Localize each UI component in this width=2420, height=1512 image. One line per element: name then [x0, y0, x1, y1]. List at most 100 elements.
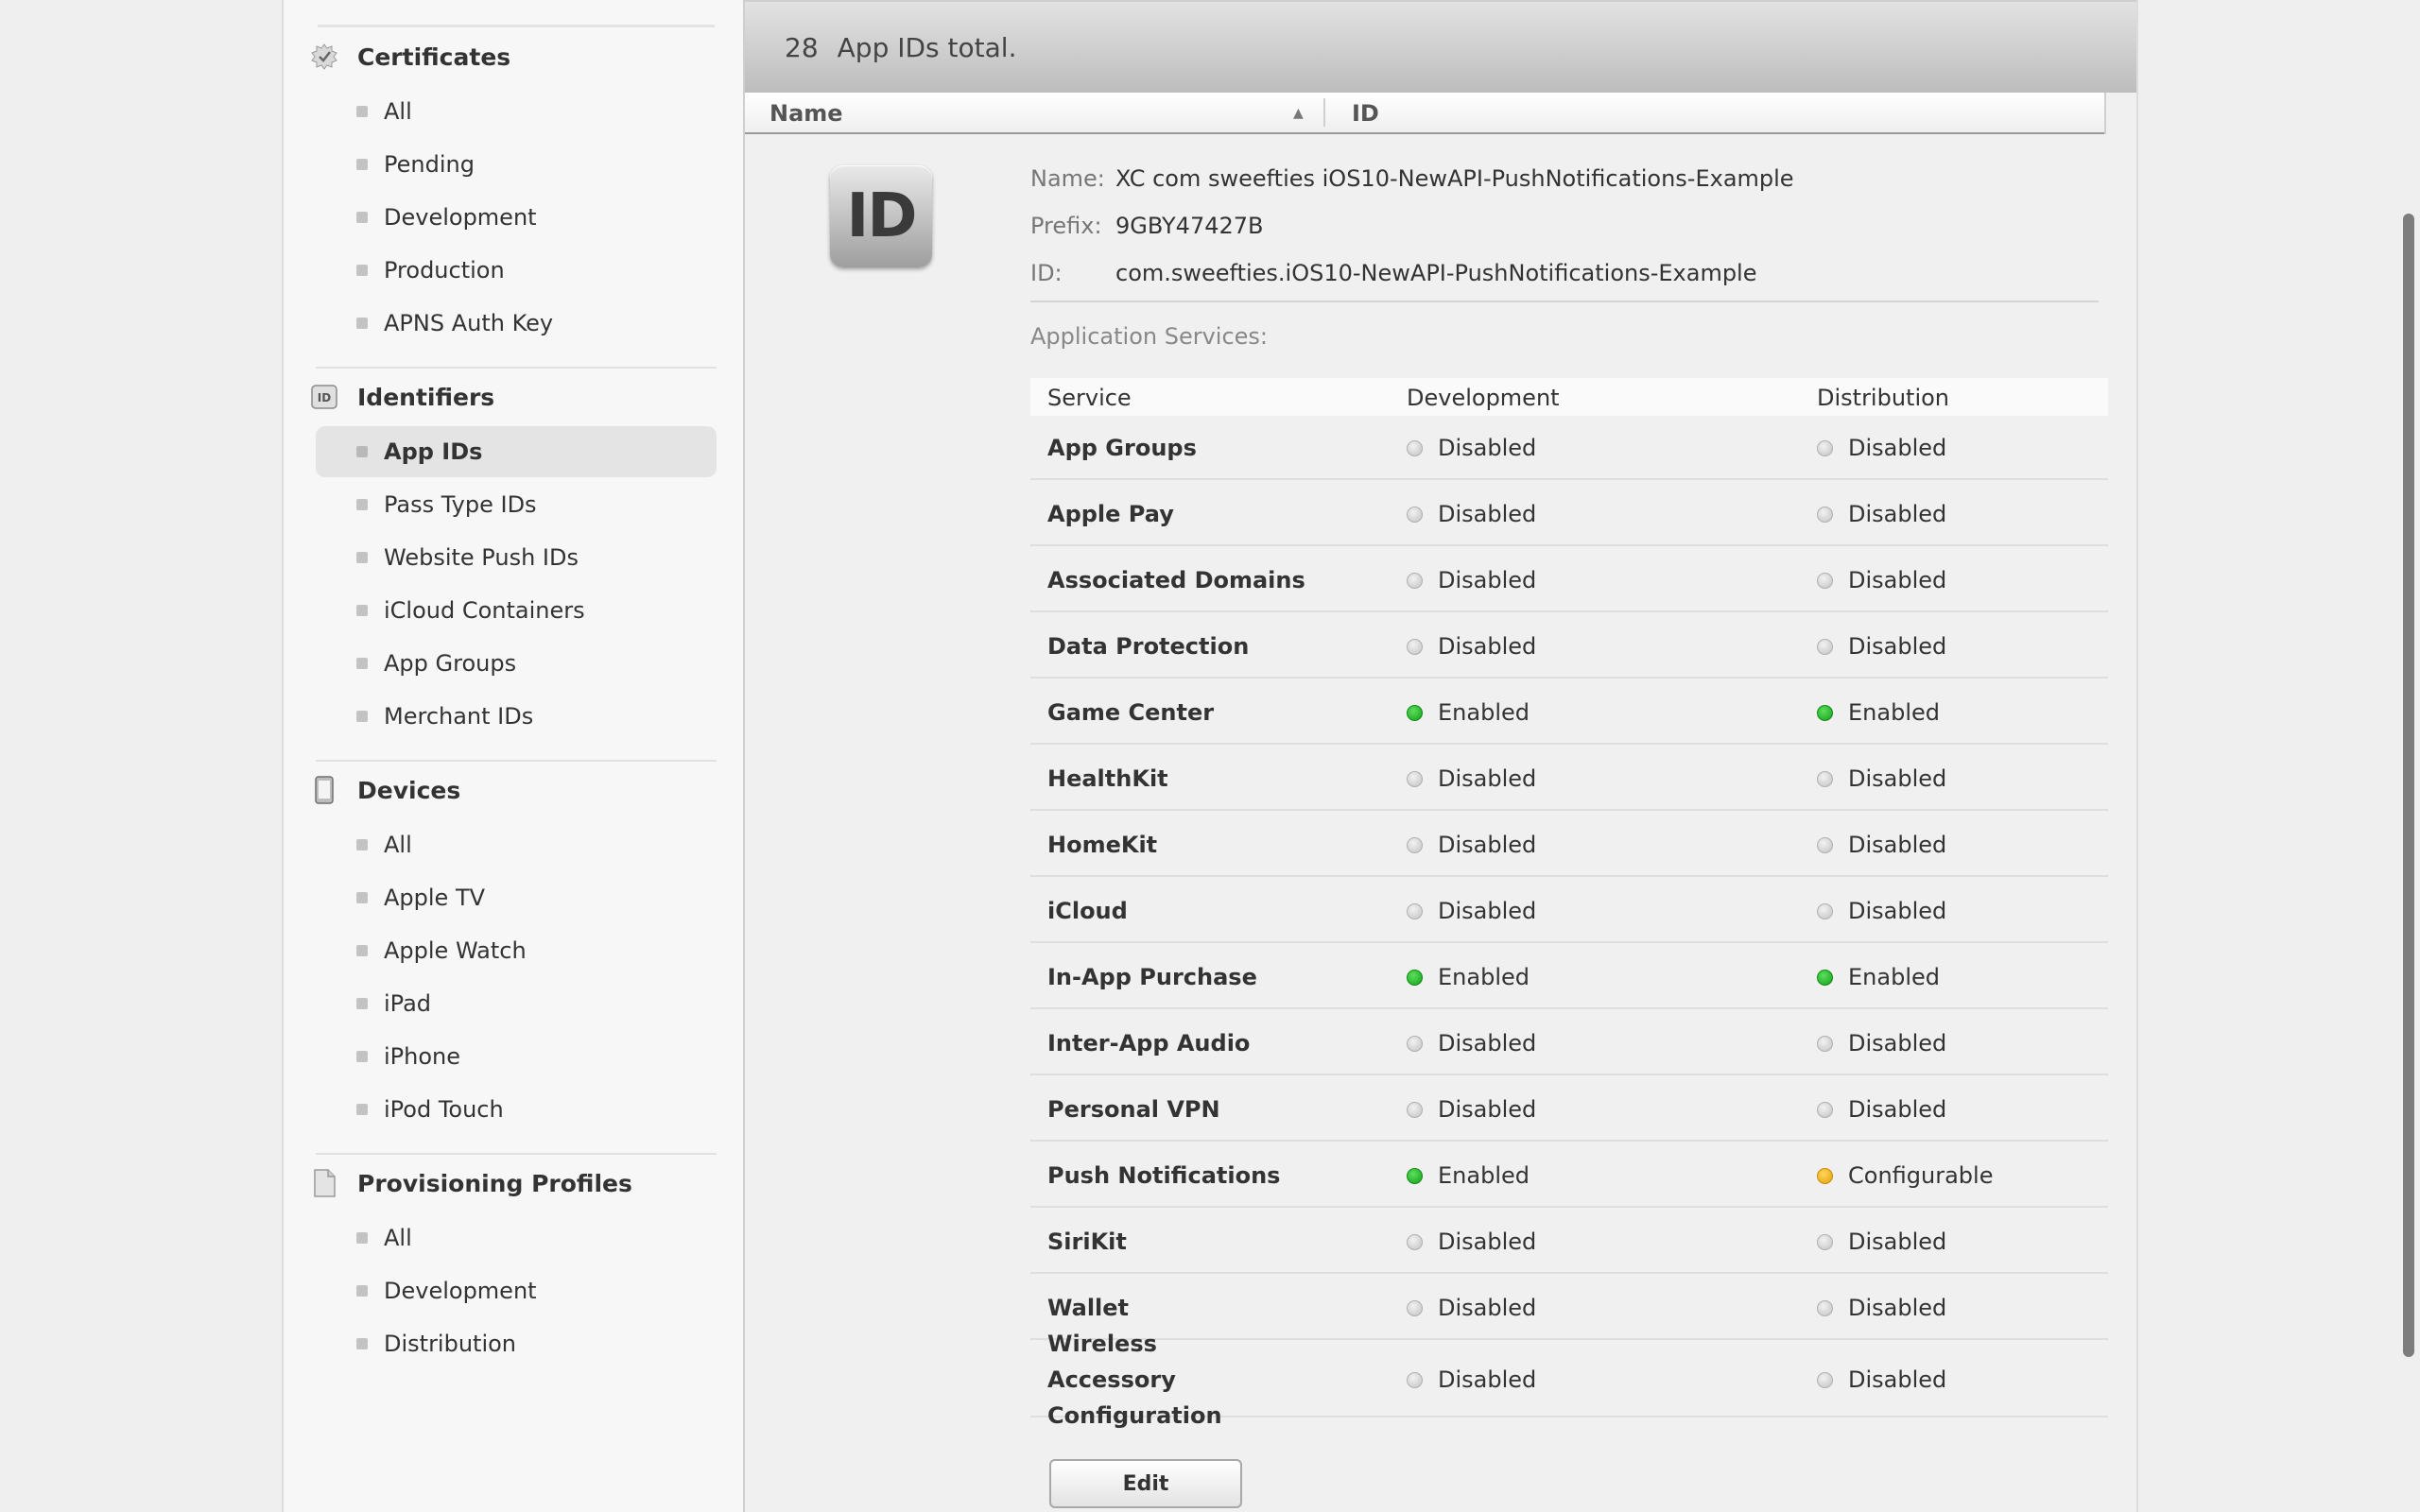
- status-disabled-icon: [1817, 506, 1833, 523]
- detail-prefix-value: 9GBY47427B: [1115, 213, 1264, 239]
- status-disabled-icon: [1407, 770, 1423, 787]
- sidebar-section-title: Devices: [357, 776, 461, 804]
- service-distribution-status: Disabled: [1817, 482, 1946, 546]
- total-bar: 28 App IDs total.: [745, 0, 2136, 93]
- status-disabled-icon: [1407, 1035, 1423, 1052]
- sidebar-item-certificates-development[interactable]: Development: [316, 192, 717, 243]
- status-disabled-icon: [1817, 1371, 1833, 1388]
- sidebar-item-devices-ipod-touch[interactable]: iPod Touch: [316, 1084, 717, 1135]
- sidebar-item-profiles-development[interactable]: Development: [316, 1265, 717, 1316]
- sidebar-section-title: Certificates: [357, 43, 511, 71]
- service-name: Personal VPN: [1047, 1096, 1220, 1123]
- sidebar-item-identifiers-website-push-ids[interactable]: Website Push IDs: [316, 532, 717, 583]
- status-disabled-icon: [1407, 1299, 1423, 1316]
- bullet-icon: [356, 446, 368, 457]
- bullet-icon: [356, 892, 368, 903]
- service-name: Apple Pay: [1047, 501, 1174, 527]
- bullet-icon: [356, 552, 368, 563]
- sidebar-top-divider: [318, 25, 715, 27]
- edit-button[interactable]: Edit: [1049, 1459, 1242, 1508]
- sidebar-section-certificates[interactable]: Certificates: [310, 36, 726, 77]
- sidebar-item-certificates-apns-auth-key[interactable]: APNS Auth Key: [316, 298, 717, 349]
- service-row-data-protection: Data Protection Disabled Disabled: [1030, 614, 2108, 679]
- sidebar-section-divider: [316, 367, 717, 369]
- status-label: Enabled: [1438, 1162, 1530, 1189]
- bullet-icon: [356, 998, 368, 1009]
- status-disabled-icon: [1407, 439, 1423, 456]
- service-name: HomeKit: [1047, 832, 1158, 858]
- service-name: Data Protection: [1047, 633, 1250, 660]
- sidebar-item-certificates-production[interactable]: Production: [316, 245, 717, 296]
- total-label: App IDs total.: [837, 31, 1017, 63]
- sidebar-item-devices-iphone[interactable]: iPhone: [316, 1031, 717, 1082]
- sidebar-item-profiles-all[interactable]: All: [316, 1212, 717, 1263]
- service-distribution-status: Disabled: [1817, 614, 1946, 679]
- sidebar-item-certificates-pending[interactable]: Pending: [316, 139, 717, 190]
- sidebar-section-identifiers[interactable]: ID Identifiers: [310, 376, 726, 418]
- status-label: Enabled: [1848, 964, 1940, 990]
- bullet-icon: [356, 658, 368, 669]
- sidebar-item-label: All: [384, 98, 412, 125]
- service-distribution-status: Disabled: [1817, 1276, 1946, 1340]
- sidebar-item-identifiers-icloud-containers[interactable]: iCloud Containers: [316, 585, 717, 636]
- services-header-distribution: Distribution: [1817, 385, 1950, 411]
- status-disabled-icon: [1817, 1299, 1833, 1316]
- status-enabled-icon: [1407, 1167, 1423, 1184]
- service-row-apple-pay: Apple Pay Disabled Disabled: [1030, 482, 2108, 546]
- status-label: Disabled: [1848, 1030, 1947, 1057]
- status-label: Disabled: [1848, 633, 1947, 660]
- sidebar-section-devices[interactable]: Devices: [310, 769, 726, 811]
- sidebar-item-label: Distribution: [384, 1331, 517, 1357]
- sidebar-section-divider: [316, 1153, 717, 1155]
- status-disabled-icon: [1817, 439, 1833, 456]
- sidebar-section-profiles[interactable]: Provisioning Profiles: [310, 1162, 726, 1204]
- scrollbar-thumb[interactable]: [2403, 214, 2414, 1357]
- status-label: Disabled: [1438, 898, 1537, 924]
- service-development-status: Disabled: [1407, 416, 1536, 480]
- status-label: Disabled: [1848, 765, 1947, 792]
- sidebar-item-identifiers-merchant-ids[interactable]: Merchant IDs: [316, 691, 717, 742]
- column-header-name[interactable]: Name: [769, 100, 843, 127]
- service-row-homekit: HomeKit Disabled Disabled: [1030, 813, 2108, 877]
- app-id-badge-icon: ID: [830, 165, 932, 267]
- bullet-icon: [356, 1285, 368, 1297]
- detail-prefix-row: Prefix: 9GBY47427B: [1030, 209, 1264, 243]
- status-label: Disabled: [1438, 1030, 1537, 1057]
- sidebar-item-identifiers-app-groups[interactable]: App Groups: [316, 638, 717, 689]
- service-row-game-center: Game Center Enabled Enabled: [1030, 680, 2108, 745]
- service-name: Wireless Accessory Configuration: [1047, 1331, 1222, 1429]
- status-disabled-icon: [1817, 770, 1833, 787]
- sort-ascending-icon[interactable]: ▲: [1293, 106, 1304, 121]
- status-label: Enabled: [1848, 699, 1940, 726]
- service-name: App Groups: [1047, 435, 1197, 461]
- status-disabled-icon: [1817, 902, 1833, 919]
- status-disabled-icon: [1817, 1035, 1833, 1052]
- sidebar-item-identifiers-app-ids[interactable]: App IDs: [316, 426, 717, 477]
- service-row-sirikit: SiriKit Disabled Disabled: [1030, 1210, 2108, 1274]
- scrollbar-track[interactable]: [2136, 0, 2420, 1512]
- bullet-icon: [356, 212, 368, 223]
- service-distribution-status: Disabled: [1817, 1210, 1946, 1274]
- services-header-service: Service: [1047, 385, 1132, 411]
- status-disabled-icon: [1817, 638, 1833, 655]
- sidebar-item-certificates-all[interactable]: All: [316, 86, 717, 137]
- sidebar-item-label: Pending: [384, 151, 475, 178]
- service-distribution-status: Disabled: [1817, 1011, 1946, 1075]
- sidebar-item-devices-apple-watch[interactable]: Apple Watch: [316, 925, 717, 976]
- sidebar-item-label: iPhone: [384, 1043, 461, 1070]
- sidebar-item-devices-ipad[interactable]: iPad: [316, 978, 717, 1029]
- sidebar-item-label: Apple Watch: [384, 937, 527, 964]
- sidebar-item-profiles-distribution[interactable]: Distribution: [316, 1318, 717, 1369]
- sidebar-item-label: iCloud Containers: [384, 597, 585, 624]
- detail-prefix-key: Prefix:: [1030, 213, 1102, 239]
- sidebar-item-devices-apple-tv[interactable]: Apple TV: [316, 872, 717, 923]
- status-disabled-icon: [1407, 1101, 1423, 1118]
- sidebar-item-identifiers-pass-type-ids[interactable]: Pass Type IDs: [316, 479, 717, 530]
- service-distribution-status: Configurable: [1817, 1143, 1993, 1208]
- status-label: Disabled: [1848, 567, 1947, 593]
- status-label: Disabled: [1848, 1096, 1947, 1123]
- sidebar-item-devices-all[interactable]: All: [316, 819, 717, 870]
- detail-name-key: Name:: [1030, 165, 1105, 192]
- column-header-id[interactable]: ID: [1352, 100, 1379, 127]
- sidebar-item-label: Apple TV: [384, 885, 486, 911]
